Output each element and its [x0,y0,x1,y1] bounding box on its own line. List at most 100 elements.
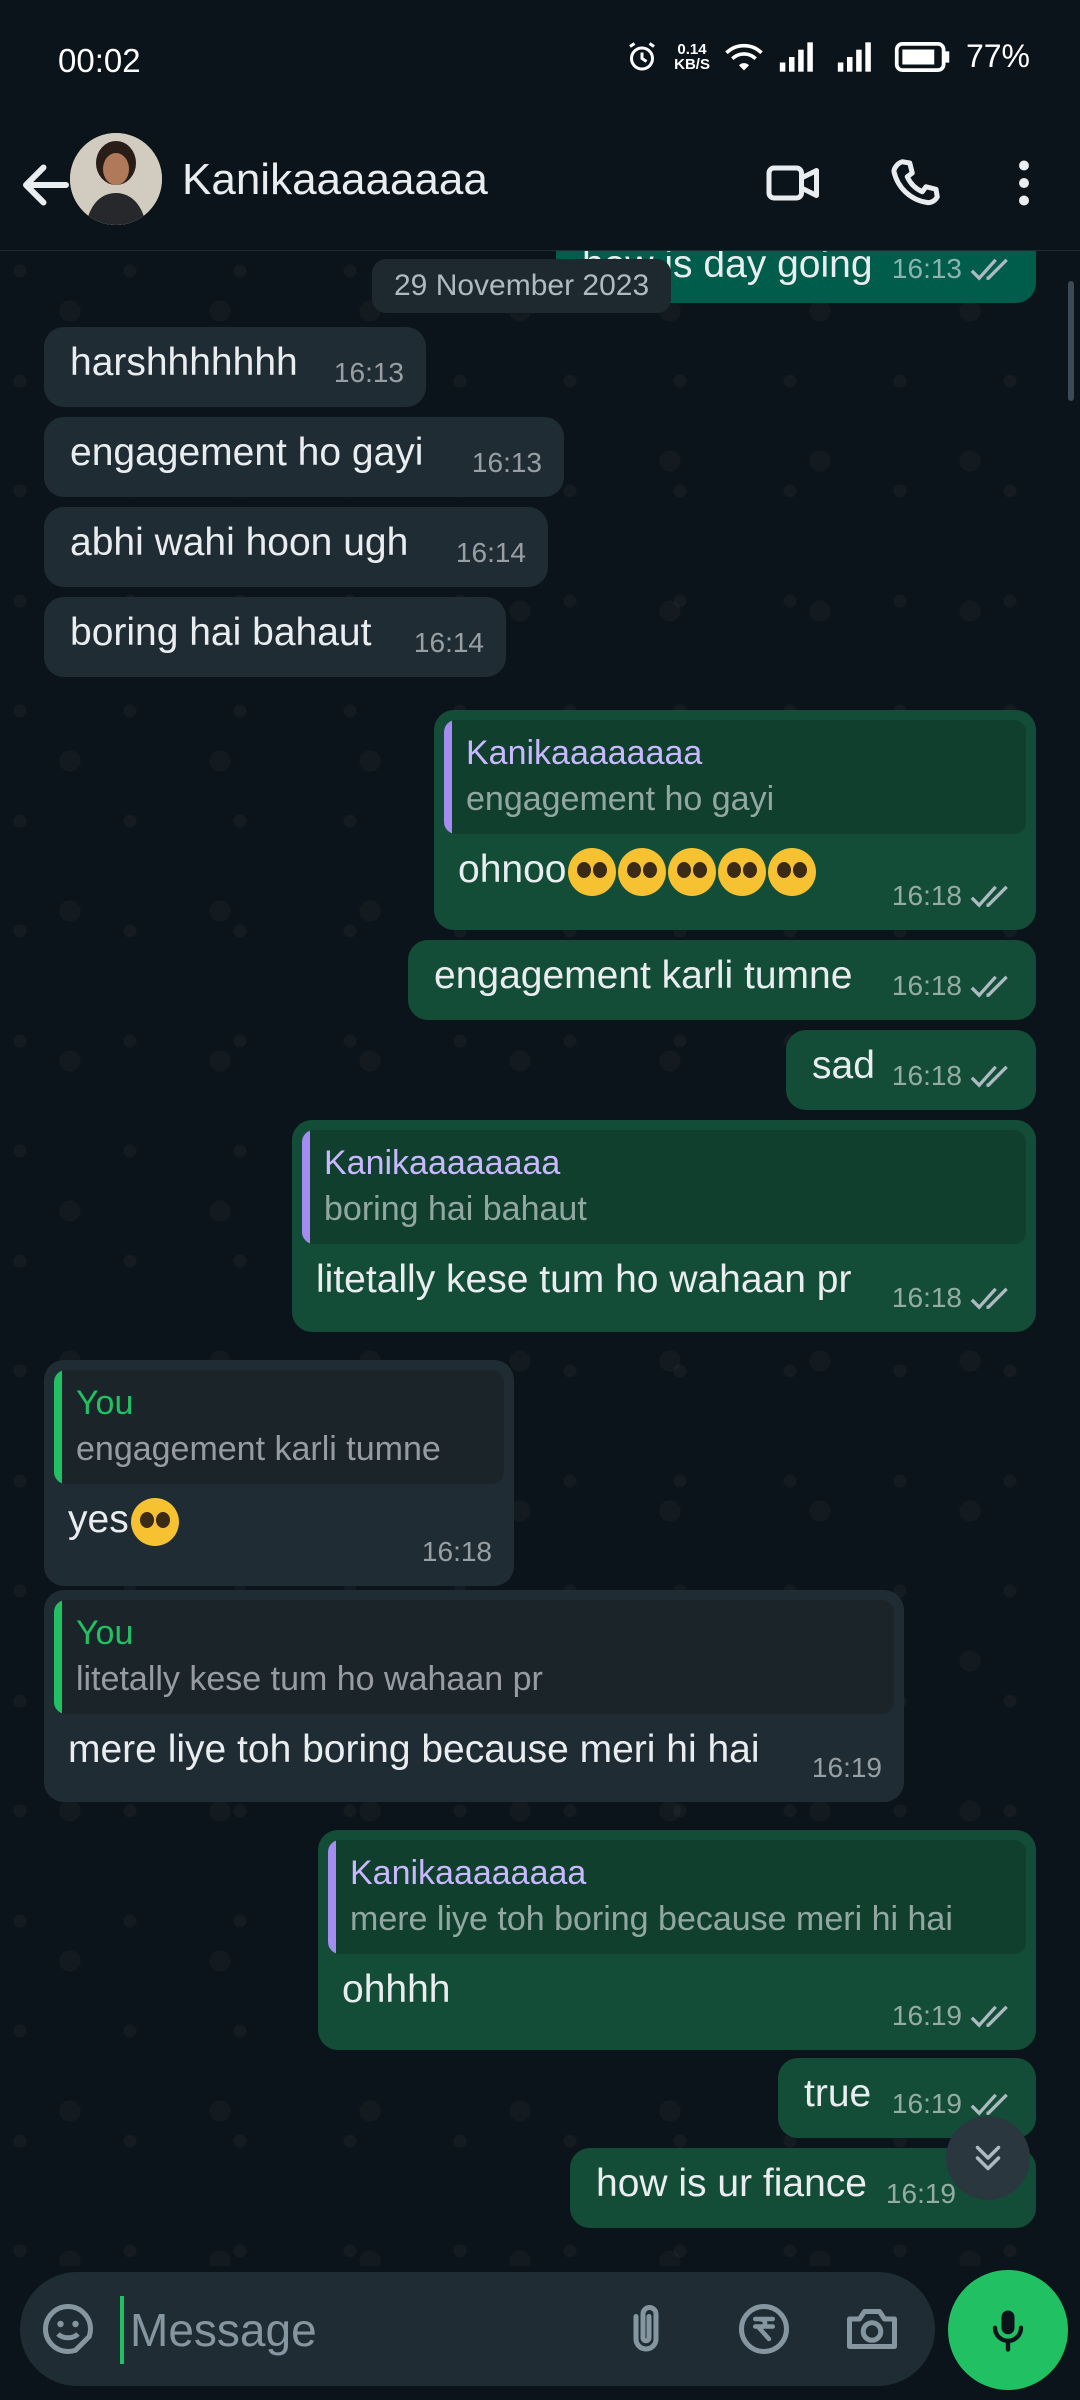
avatar-image [70,133,162,225]
quoted-message[interactable]: You engagement karli tumne [54,1370,504,1484]
pleading-face-emoji [718,847,767,896]
quoted-sender: Kanikaaaaaaaa [466,734,703,772]
message-meta: 16:13 [892,251,1014,293]
message-list[interactable]: how is day going 16:13 29 November 2023 … [0,251,1080,2266]
message-meta: 16:13 [472,439,542,487]
message-incoming[interactable]: harshhhhhhh 16:13 [44,327,426,407]
message-meta: 16:18 [892,962,1014,1010]
double-check-icon [970,975,1008,998]
message-incoming-reply[interactable]: You litetally kese tum ho wahaan pr mere… [44,1590,904,1802]
message-meta: 16:18 [892,1274,1014,1322]
crying-face-emoji [130,1497,179,1546]
message-outgoing-reply[interactable]: Kanikaaaaaaaa engagement ho gayi ohnoo 1… [434,710,1036,930]
composer [0,2266,1080,2400]
message-incoming[interactable]: engagement ho gayi 16:13 [44,417,564,497]
message-time: 16:18 [421,1536,492,1567]
message-meta: 16:13 [334,349,404,397]
message-outgoing-reply[interactable]: Kanikaaaaaaaa mere liye toh boring becau… [318,1830,1036,2050]
message-text: true [804,2072,872,2115]
status-icons: 0.14 KB/S 77% [624,38,1030,75]
battery-icon [894,41,950,72]
message-meta: 16:14 [456,529,526,577]
network-speed: 0.14 KB/S [674,42,710,72]
message-text: harshhhhhhh [70,341,298,384]
double-check-icon [970,1065,1008,1088]
message-text: yes [68,1498,129,1541]
status-bar: 00:02 0.14 KB/S 77% [0,0,1080,125]
message-time: 16:13 [891,253,962,284]
signal-icon-2 [837,41,871,72]
message-text: how is ur fiance [596,2162,867,2205]
message-time: 16:13 [471,447,542,478]
quoted-text: mere liye toh boring because meri hi hai [350,1900,953,1938]
quoted-message[interactable]: You litetally kese tum ho wahaan pr [54,1600,894,1714]
message-meta: 16:14 [414,619,484,667]
message-text: engagement ho gayi [70,431,424,474]
message-outgoing-reply[interactable]: Kanikaaaaaaaa boring hai bahaut litetall… [292,1120,1036,1332]
message-text: sad [812,1044,875,1087]
camera-icon[interactable] [842,2299,902,2359]
message-time: 16:18 [891,880,962,911]
signal-icon [779,41,813,72]
payment-rupee-icon[interactable] [734,2299,794,2359]
pleading-face-emoji [618,847,667,896]
message-time: 16:19 [891,2000,962,2031]
more-options-icon[interactable] [994,153,1054,213]
attach-icon[interactable] [616,2299,676,2359]
quoted-message[interactable]: Kanikaaaaaaaa engagement ho gayi [444,720,1026,834]
quoted-message[interactable]: Kanikaaaaaaaa mere liye toh boring becau… [328,1840,1026,1954]
wifi-icon [725,43,763,70]
date-chip: 29 November 2023 [372,259,672,313]
double-chevron-down-icon [975,2145,1001,2171]
sticker-icon[interactable] [38,2299,98,2359]
scroll-to-bottom-button[interactable] [946,2116,1030,2200]
quoted-text: litetally kese tum ho wahaan pr [76,1660,543,1698]
double-check-icon [970,1287,1008,1310]
network-speed-value: 0.14 [677,40,707,58]
quoted-sender: You [76,1384,134,1422]
message-time: 16:14 [455,537,526,568]
message-text: boring hai bahaut [70,611,372,654]
voice-message-button[interactable] [948,2270,1068,2390]
message-text: abhi wahi hoon ugh [70,521,409,564]
quoted-text: boring hai bahaut [324,1190,587,1228]
message-meta: 16:18 [892,872,1014,920]
pleading-face-emoji [568,847,617,896]
message-incoming[interactable]: abhi wahi hoon ugh 16:14 [44,507,548,587]
message-outgoing[interactable]: engagement karli tumne 16:18 [408,940,1036,1020]
contact-name[interactable]: Kanikaaaaaaaa [182,155,488,205]
message-outgoing[interactable]: sad 16:18 [786,1030,1036,1110]
quoted-message[interactable]: Kanikaaaaaaaa boring hai bahaut [302,1130,1026,1244]
quoted-text: engagement ho gayi [466,780,775,818]
message-time: 16:19 [891,2088,962,2119]
quoted-sender: Kanikaaaaaaaa [324,1144,561,1182]
microphone-icon [992,2310,1024,2352]
phone-call-icon[interactable] [886,153,946,213]
back-arrow-icon[interactable] [16,155,76,215]
message-text: engagement karli tumne [434,954,853,997]
pleading-face-emoji [768,847,817,896]
message-text: mere liye toh boring because meri hi hai [68,1728,760,1771]
message-meta: 16:19 [886,2170,956,2218]
battery-percent: 77% [965,38,1030,74]
alarm-icon [629,41,655,70]
double-check-icon [970,258,1008,281]
message-incoming-reply[interactable]: You engagement karli tumne yes 16:18 [44,1360,514,1586]
double-check-icon [970,885,1008,908]
quoted-sender: Kanikaaaaaaaa [350,1854,587,1892]
message-meta: 16:18 [422,1528,492,1576]
message-input-pill[interactable] [20,2272,935,2386]
message-time: 16:18 [891,970,962,1001]
message-input[interactable] [120,2296,632,2364]
status-time: 00:02 [58,42,141,79]
video-call-icon[interactable] [764,153,824,213]
scrollbar[interactable] [1068,281,1074,401]
avatar[interactable] [70,133,162,225]
double-check-icon [970,2093,1008,2116]
double-check-icon [970,2005,1008,2028]
message-time: 16:13 [333,357,404,388]
message-time: 16:19 [811,1752,882,1783]
message-incoming[interactable]: boring hai bahaut 16:14 [44,597,506,677]
pleading-face-emoji [668,847,717,896]
message-meta: 16:19 [812,1744,882,1792]
